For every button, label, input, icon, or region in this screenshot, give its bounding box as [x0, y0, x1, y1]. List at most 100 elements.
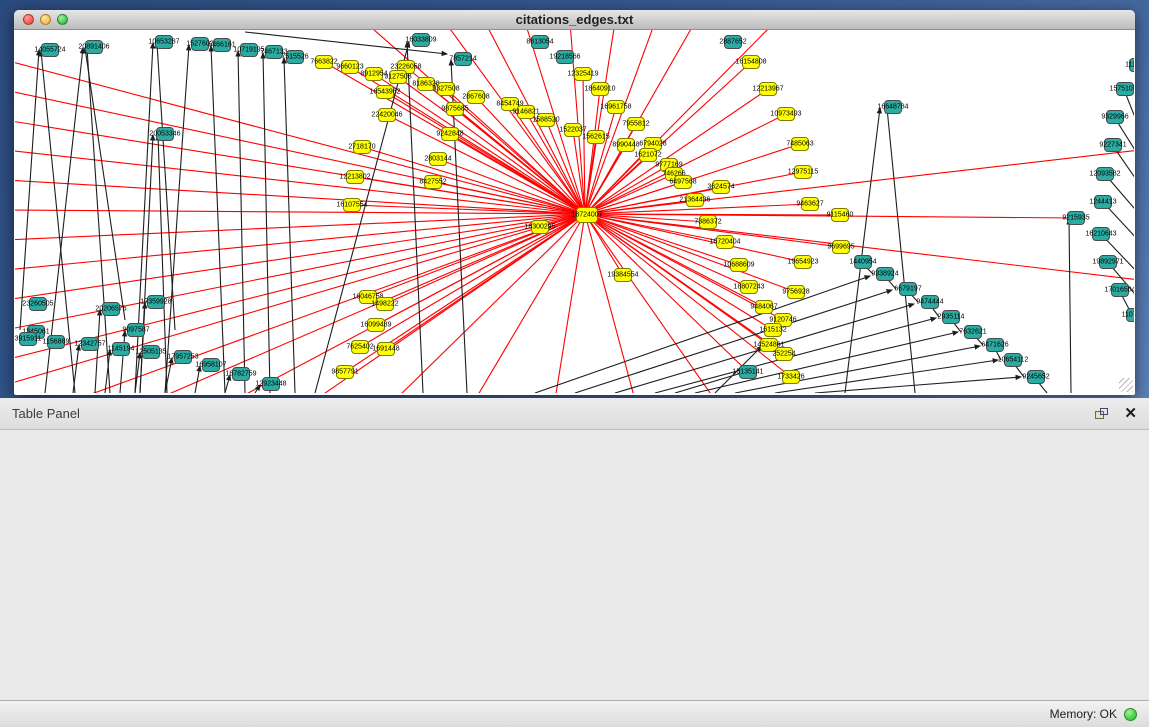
network-node[interactable]: 16648784 — [884, 100, 902, 114]
network-node[interactable]: 9699695 — [832, 240, 850, 254]
network-node[interactable]: 12213802 — [346, 170, 364, 184]
network-node[interactable]: 15135141 — [739, 365, 757, 379]
network-node[interactable]: 12325419 — [574, 67, 592, 81]
network-node[interactable]: 6471626 — [986, 338, 1004, 352]
network-node[interactable]: 17359928 — [147, 295, 165, 309]
network-node[interactable]: 9660123 — [341, 60, 359, 74]
network-node[interactable]: 9474444 — [921, 295, 939, 309]
network-canvas[interactable]: 1405572420891406106532871527602646616110… — [15, 30, 1134, 393]
network-node[interactable]: 19384554 — [614, 268, 632, 282]
network-node[interactable]: 16543962 — [376, 85, 394, 99]
window-resize-grip[interactable] — [1119, 378, 1133, 392]
network-node[interactable]: 22420046 — [378, 108, 396, 122]
network-node[interactable]: 9097587 — [127, 323, 145, 337]
network-node[interactable]: 1691448 — [377, 342, 395, 356]
network-node[interactable]: 9127508 — [389, 70, 407, 84]
network-node[interactable]: 12342757 — [81, 337, 99, 351]
network-node[interactable]: 21364436 — [686, 193, 704, 207]
network-node[interactable]: 7632621 — [964, 325, 982, 339]
network-node[interactable]: 9115460 — [831, 208, 849, 222]
network-node[interactable]: 8912954 — [365, 67, 383, 81]
network-node[interactable]: 9242848 — [441, 127, 459, 141]
network-node[interactable]: 18640910 — [591, 82, 609, 96]
network-node[interactable]: 9338924 — [876, 267, 894, 281]
network-node[interactable]: 2867608 — [467, 90, 485, 104]
network-node[interactable]: 10654112 — [1004, 353, 1022, 367]
network-node[interactable]: 1588520 — [537, 113, 555, 127]
network-node[interactable]: 6466161 — [213, 38, 231, 52]
network-node[interactable]: 1621072 — [639, 148, 657, 162]
network-node[interactable]: 12505135 — [142, 345, 160, 359]
network-node[interactable]: 12213967 — [759, 82, 777, 96]
network-node[interactable]: 16033809 — [412, 33, 430, 47]
network-node[interactable]: 10719195 — [240, 43, 258, 57]
window-title-bar[interactable]: citations_edges.txt — [14, 10, 1135, 30]
network-node[interactable]: 19892971 — [1099, 255, 1117, 269]
network-node[interactable]: 14055724 — [41, 43, 59, 57]
network-node[interactable]: 19654923 — [794, 255, 812, 269]
network-node[interactable]: 16782759 — [232, 367, 250, 381]
network-node[interactable]: 9484067 — [755, 300, 773, 314]
network-node[interactable]: 8813054 — [531, 35, 549, 49]
network-node[interactable]: 1498222 — [376, 297, 394, 311]
network-node[interactable]: 16099489 — [367, 318, 385, 332]
network-node[interactable]: 6497568 — [674, 175, 692, 189]
network-node[interactable]: 16961758 — [607, 100, 625, 114]
network-node[interactable]: 1244413 — [1094, 195, 1112, 209]
network-node[interactable]: 7467133 — [265, 45, 283, 59]
network-node[interactable]: 3624574 — [712, 180, 730, 194]
network-node[interactable]: 12923448 — [262, 377, 280, 391]
network-node[interactable]: 17957253 — [174, 350, 192, 364]
network-node[interactable]: 18807243 — [740, 280, 758, 294]
network-node[interactable]: 7485063 — [791, 137, 809, 151]
network-node[interactable]: 9329966 — [1106, 110, 1124, 124]
network-node[interactable]: 7857214 — [454, 52, 472, 66]
network-node[interactable]: 1145194 — [112, 342, 130, 356]
network-node[interactable]: 12975115 — [794, 165, 812, 179]
network-node[interactable]: 1562615 — [587, 130, 605, 144]
network-node[interactable]: 10653287 — [155, 35, 173, 49]
network-node[interactable]: 9857791 — [336, 365, 354, 379]
network-node[interactable]: 7515526 — [286, 50, 304, 64]
network-node[interactable]: 9875685 — [446, 102, 464, 116]
network-node[interactable]: 16210643 — [1092, 227, 1110, 241]
network-node[interactable]: 16958107 — [202, 358, 220, 372]
network-node[interactable]: 9245652 — [1027, 370, 1045, 384]
network-node-hub[interactable]: 18724007 — [576, 207, 598, 223]
network-node[interactable]: 2887652 — [724, 35, 742, 49]
network-node[interactable]: 1107533 — [1126, 308, 1134, 322]
network-node[interactable]: 16720404 — [716, 235, 734, 249]
network-node[interactable]: 12093582 — [1096, 167, 1114, 181]
float-panel-icon[interactable] — [1095, 408, 1108, 419]
network-node[interactable]: 8427552 — [424, 175, 442, 189]
network-node[interactable]: 9756928 — [787, 285, 805, 299]
network-node[interactable]: 2803144 — [429, 152, 447, 166]
network-node[interactable]: 3915911 — [19, 332, 37, 346]
network-node[interactable]: 1733426 — [782, 370, 800, 384]
close-panel-icon[interactable]: ✕ — [1124, 408, 1137, 420]
network-node[interactable]: 9227341 — [1104, 138, 1122, 152]
network-node[interactable]: 20206576 — [102, 302, 120, 316]
network-node[interactable]: 2935114 — [942, 310, 960, 324]
network-node[interactable]: 19218566 — [556, 50, 574, 64]
network-node[interactable]: 10688609 — [730, 258, 748, 272]
network-node[interactable]: 6679197 — [899, 282, 917, 296]
network-node[interactable]: 8990448 — [617, 138, 635, 152]
network-node[interactable]: 1111304 — [1129, 58, 1134, 72]
network-node[interactable]: 10973493 — [777, 107, 795, 121]
network-node[interactable]: 16107554 — [343, 198, 361, 212]
network-node[interactable]: 1440954 — [854, 255, 872, 269]
network-node[interactable]: 9215935 — [1067, 211, 1085, 225]
network-node[interactable]: 23260505 — [29, 297, 47, 311]
network-node[interactable]: 7386372 — [699, 215, 717, 229]
network-node[interactable]: 2718170 — [353, 140, 371, 154]
network-node[interactable]: 252254 — [775, 347, 793, 361]
network-node[interactable]: 1615132 — [764, 323, 782, 337]
network-node[interactable]: 16154808 — [742, 55, 760, 69]
network-node[interactable]: 1156869 — [47, 335, 65, 349]
network-node[interactable]: 7625402 — [351, 340, 369, 354]
network-node[interactable]: 7663822 — [315, 55, 333, 69]
network-node[interactable]: 17016504 — [1111, 283, 1129, 297]
network-node[interactable]: 18300295 — [531, 220, 549, 234]
network-node[interactable]: 20053346 — [156, 127, 174, 141]
